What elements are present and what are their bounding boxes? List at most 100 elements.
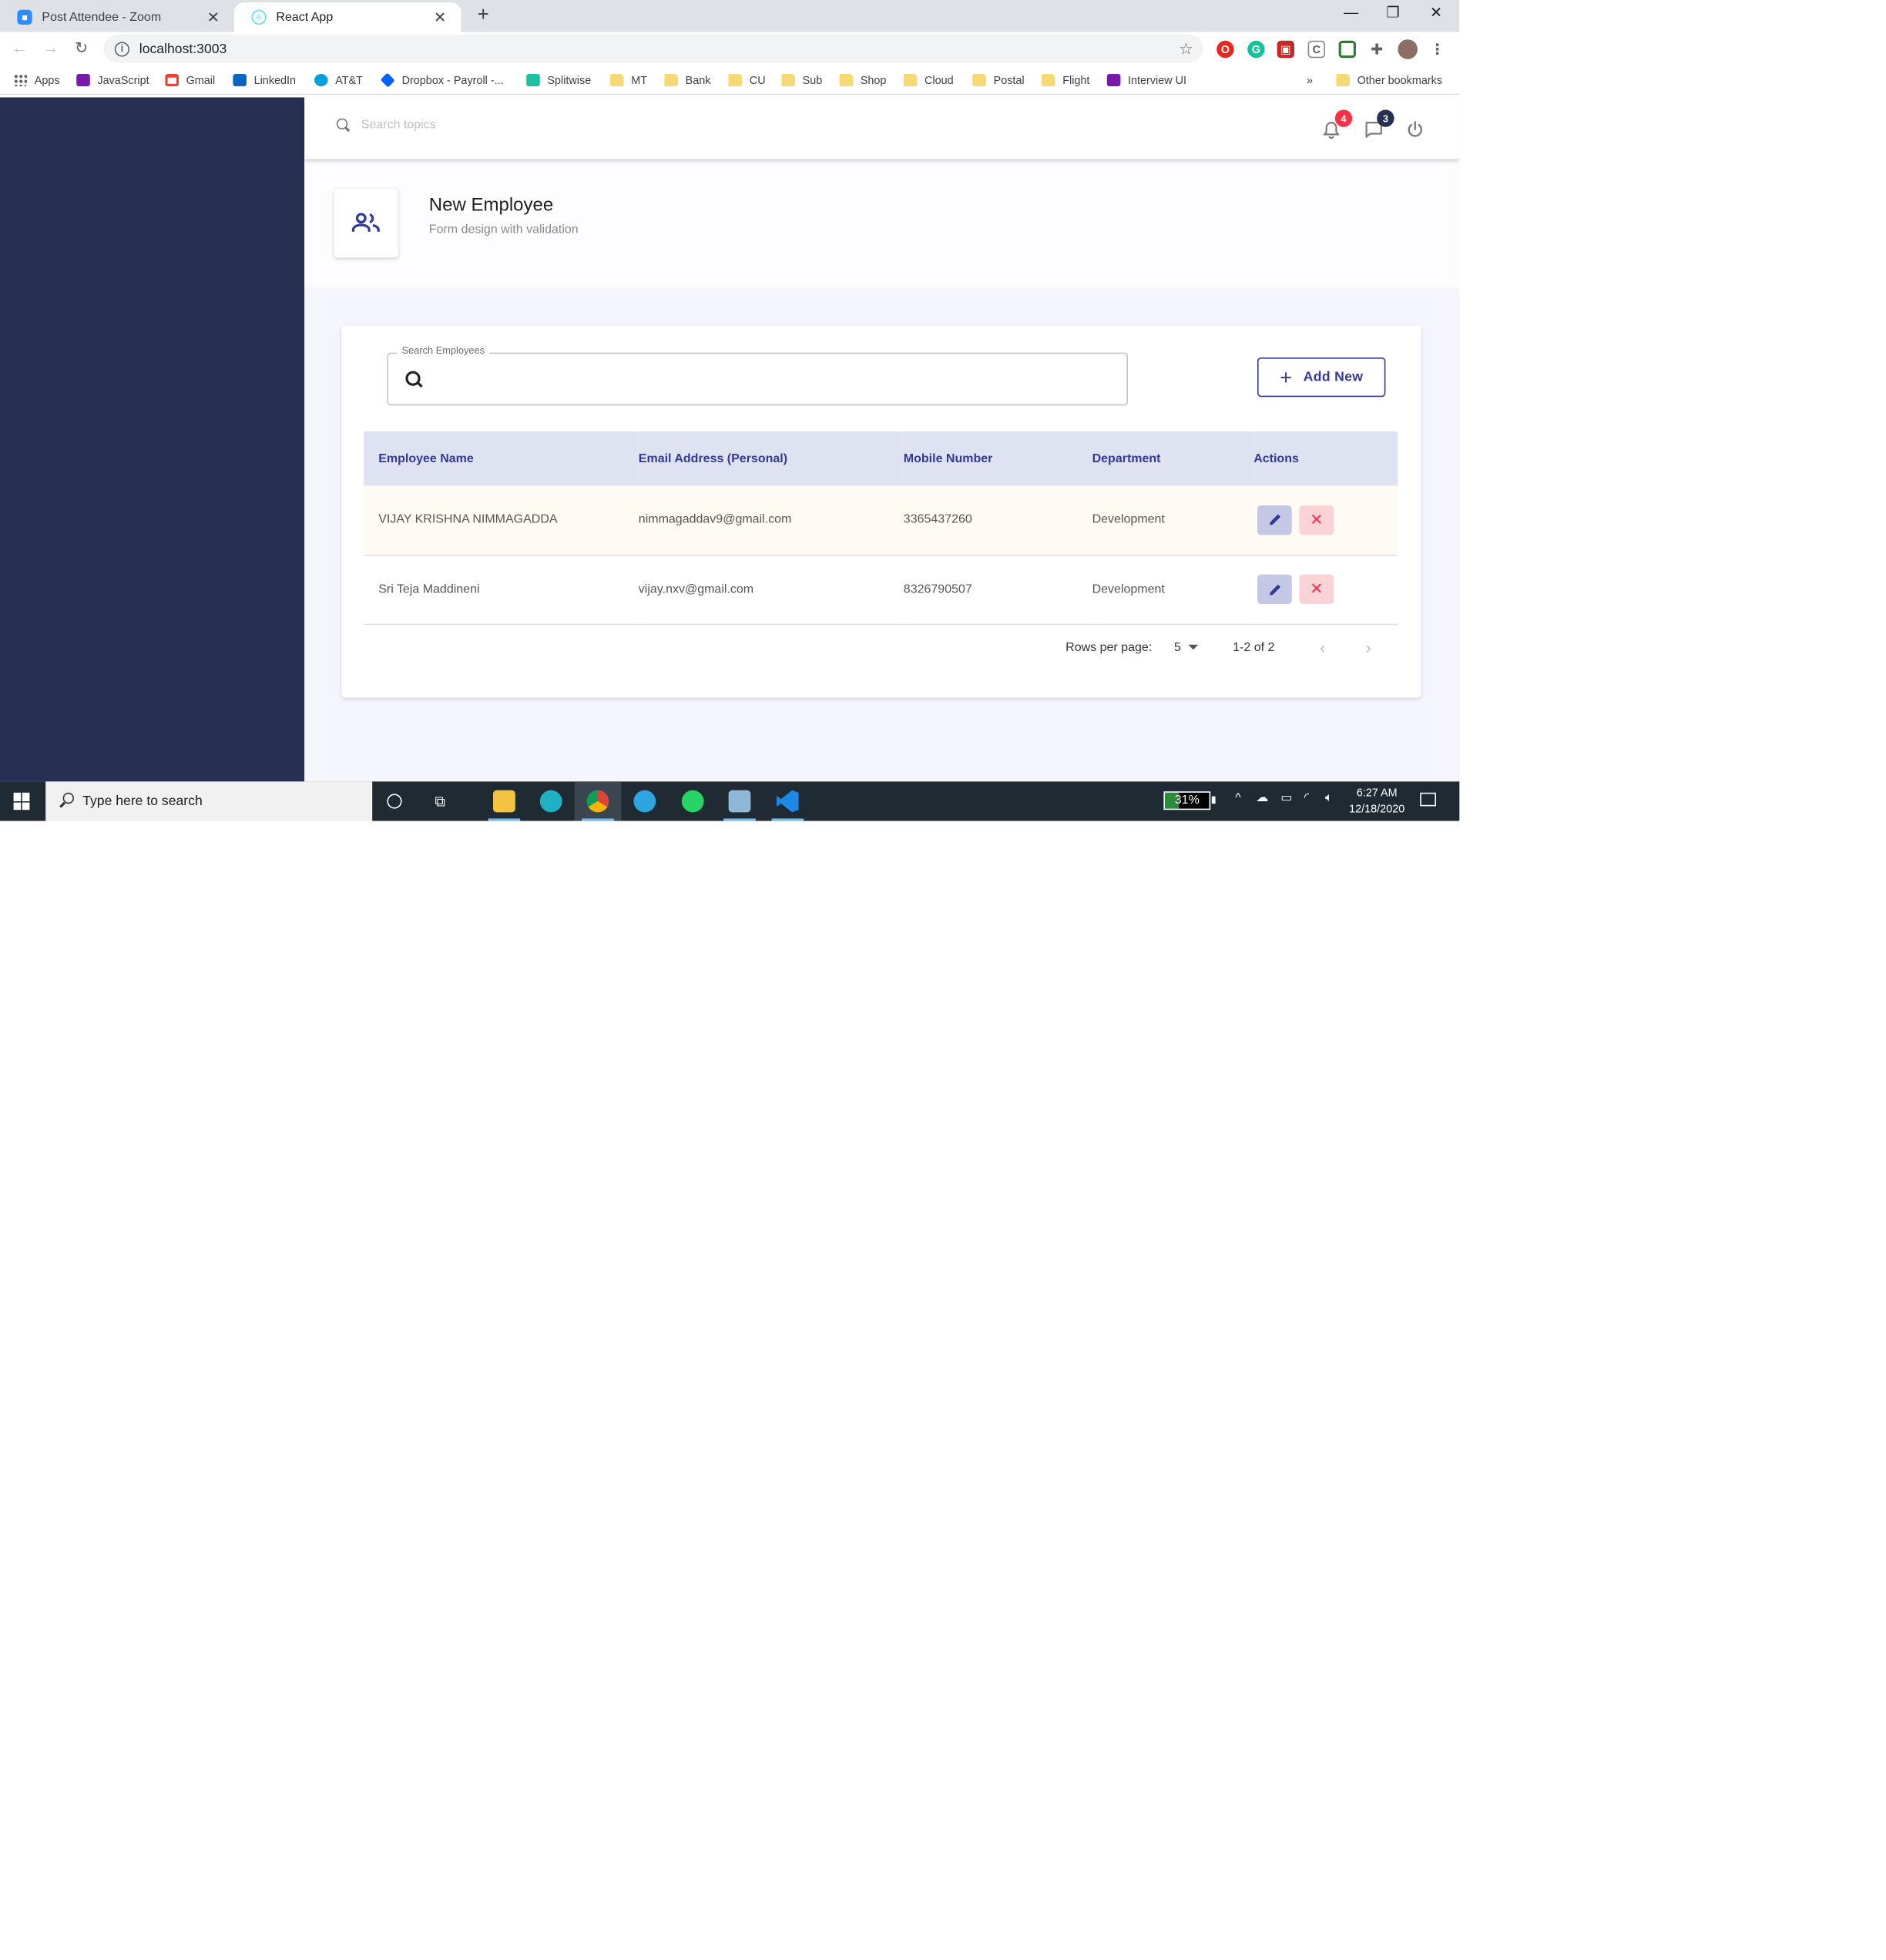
rows-per-page-select[interactable]: 5 (1174, 640, 1199, 654)
header-search (336, 118, 608, 133)
bookmark-star-icon[interactable]: ☆ (1179, 39, 1193, 59)
profile-avatar[interactable] (1398, 39, 1418, 59)
site-info-icon[interactable]: i (114, 41, 129, 56)
bookmark-folder-sub[interactable]: Sub (781, 72, 822, 89)
browser-tab-react-app[interactable]: ⚛ React App ✕ (234, 2, 461, 32)
bookmark-label: LinkedIn (253, 74, 297, 86)
notifications-badge: 4 (1334, 109, 1353, 127)
gmail-icon (165, 74, 179, 86)
column-header-department[interactable]: Department (1092, 431, 1254, 486)
restore-icon[interactable]: ❐ (1381, 4, 1405, 21)
bookmark-label: Sub (802, 74, 823, 86)
zoom-icon: ■ (17, 9, 32, 25)
add-new-label: Add New (1303, 370, 1364, 385)
taskbar-telegram[interactable] (621, 781, 668, 821)
taskbar-clock[interactable]: 6:27 AM 12/18/2020 (1341, 785, 1413, 817)
employees-table: Employee Name Email Address (Personal) M… (364, 431, 1398, 625)
folder-icon (493, 790, 515, 813)
clock-date: 12/18/2020 (1349, 802, 1405, 815)
tab-title: Post Attendee - Zoom (42, 10, 162, 25)
bookmarks-overflow-button[interactable]: » (1307, 72, 1313, 89)
close-tab-icon[interactable]: ✕ (431, 8, 448, 25)
bookmark-javascript[interactable]: JavaScript (76, 72, 149, 89)
messages-button[interactable]: 3 (1362, 109, 1394, 141)
sheets-extension-icon[interactable] (1338, 40, 1356, 59)
code-extension-icon[interactable]: C (1307, 40, 1325, 59)
column-header-mobile[interactable]: Mobile Number (903, 431, 1092, 486)
taskbar-file-explorer[interactable] (481, 781, 528, 821)
bookmark-splitwise[interactable]: Splitwise (526, 72, 591, 89)
bookmark-folder-shop[interactable]: Shop (839, 72, 886, 89)
bookmark-dropbox[interactable]: Dropbox - Payroll -... (380, 72, 504, 89)
search-topics-input[interactable] (361, 118, 608, 133)
onedrive-cloud-icon[interactable]: ☁ (1256, 791, 1268, 805)
bookmark-apps[interactable]: Apps (13, 72, 60, 89)
bookmark-linkedin[interactable]: LinkedIn (233, 72, 296, 89)
battery-indicator[interactable]: 31% (1163, 791, 1216, 811)
back-icon[interactable]: ← (10, 39, 30, 57)
page-subtitle: Form design with validation (428, 223, 579, 237)
bookmark-folder-bank[interactable]: Bank (664, 72, 710, 89)
add-new-button[interactable]: + Add New (1257, 357, 1386, 398)
forward-icon[interactable]: → (41, 39, 61, 57)
notifications-button[interactable]: 4 (1321, 109, 1353, 141)
delete-button[interactable]: ✕ (1299, 574, 1334, 604)
window-close-icon[interactable]: ✕ (1424, 4, 1448, 21)
page-title: New Employee (428, 194, 554, 216)
bookmark-folder-mt[interactable]: MT (610, 72, 647, 89)
task-view-icon[interactable]: ⧉ (429, 790, 451, 813)
new-tab-button[interactable]: + (473, 5, 493, 27)
bookmark-folder-postal[interactable]: Postal (972, 72, 1025, 89)
wifi-icon[interactable]: ◜ (1304, 791, 1309, 805)
previous-page-button[interactable]: ‹ (1307, 637, 1339, 657)
cortana-icon[interactable] (384, 790, 406, 813)
screenshot-extension-icon[interactable]: ▣ (1277, 40, 1294, 59)
taskbar-search-box[interactable]: Type here to search (45, 781, 373, 821)
taskbar-notepad[interactable] (716, 781, 763, 821)
bookmark-folder-cu[interactable]: CU (728, 72, 766, 89)
show-hidden-icons-chevron-icon[interactable]: ^ (1235, 791, 1241, 805)
taskbar-edge[interactable] (528, 781, 575, 821)
bookmark-gmail[interactable]: Gmail (165, 72, 215, 89)
column-header-email[interactable]: Email Address (Personal) (638, 431, 904, 486)
minimize-icon[interactable]: — (1339, 4, 1364, 21)
close-tab-icon[interactable]: ✕ (205, 8, 222, 25)
chrome-menu-icon[interactable]: ⋮ (1428, 40, 1446, 59)
grammarly-extension-icon[interactable]: G (1247, 40, 1265, 59)
table-header-row: Employee Name Email Address (Personal) M… (364, 431, 1398, 486)
bookmark-other-bookmarks[interactable]: Other bookmarks (1336, 72, 1442, 89)
next-page-button[interactable]: › (1352, 637, 1384, 657)
bookmark-label: MT (631, 74, 647, 86)
action-center-icon[interactable] (1420, 792, 1436, 807)
reload-icon[interactable]: ↻ (72, 39, 92, 59)
opera-extension-icon[interactable]: O (1217, 40, 1234, 59)
linkedin-icon (233, 74, 247, 86)
bookmark-folder-flight[interactable]: Flight (1042, 72, 1089, 89)
bookmark-att[interactable]: AT&T (314, 72, 363, 89)
actions-cell: ✕ (1253, 485, 1398, 555)
power-button[interactable] (1404, 119, 1426, 141)
column-header-employee-name[interactable]: Employee Name (364, 431, 639, 486)
edit-button[interactable] (1257, 505, 1292, 535)
search-icon (58, 792, 74, 809)
department-cell: Development (1092, 485, 1254, 555)
extensions-puzzle-icon[interactable]: ✚ (1368, 40, 1386, 59)
address-bar[interactable]: i localhost:3003 ☆ (103, 34, 1203, 63)
email-cell: vijay.nxv@gmail.com (638, 555, 904, 625)
search-employees-input[interactable] (438, 366, 1103, 394)
taskbar-chrome[interactable] (574, 781, 622, 821)
edit-button[interactable] (1257, 574, 1292, 604)
taskbar-vscode[interactable] (764, 781, 811, 821)
att-icon (314, 74, 328, 86)
taskbar-whatsapp[interactable] (669, 781, 716, 821)
onenote-icon (76, 74, 90, 86)
bookmark-interview-ui[interactable]: Interview UI (1106, 72, 1186, 89)
browser-tab-zoom[interactable]: ■ Post Attendee - Zoom ✕ (0, 2, 234, 32)
windows-start-icon[interactable] (13, 792, 31, 811)
battery-tray-icon[interactable]: ▭ (1280, 791, 1292, 805)
search-employees-field[interactable]: Search Employees (387, 345, 1128, 406)
delete-button[interactable]: ✕ (1299, 505, 1334, 535)
notepad-icon (728, 790, 751, 813)
volume-icon[interactable]: 🔈︎ (1325, 791, 1333, 805)
bookmark-folder-cloud[interactable]: Cloud (903, 72, 954, 89)
